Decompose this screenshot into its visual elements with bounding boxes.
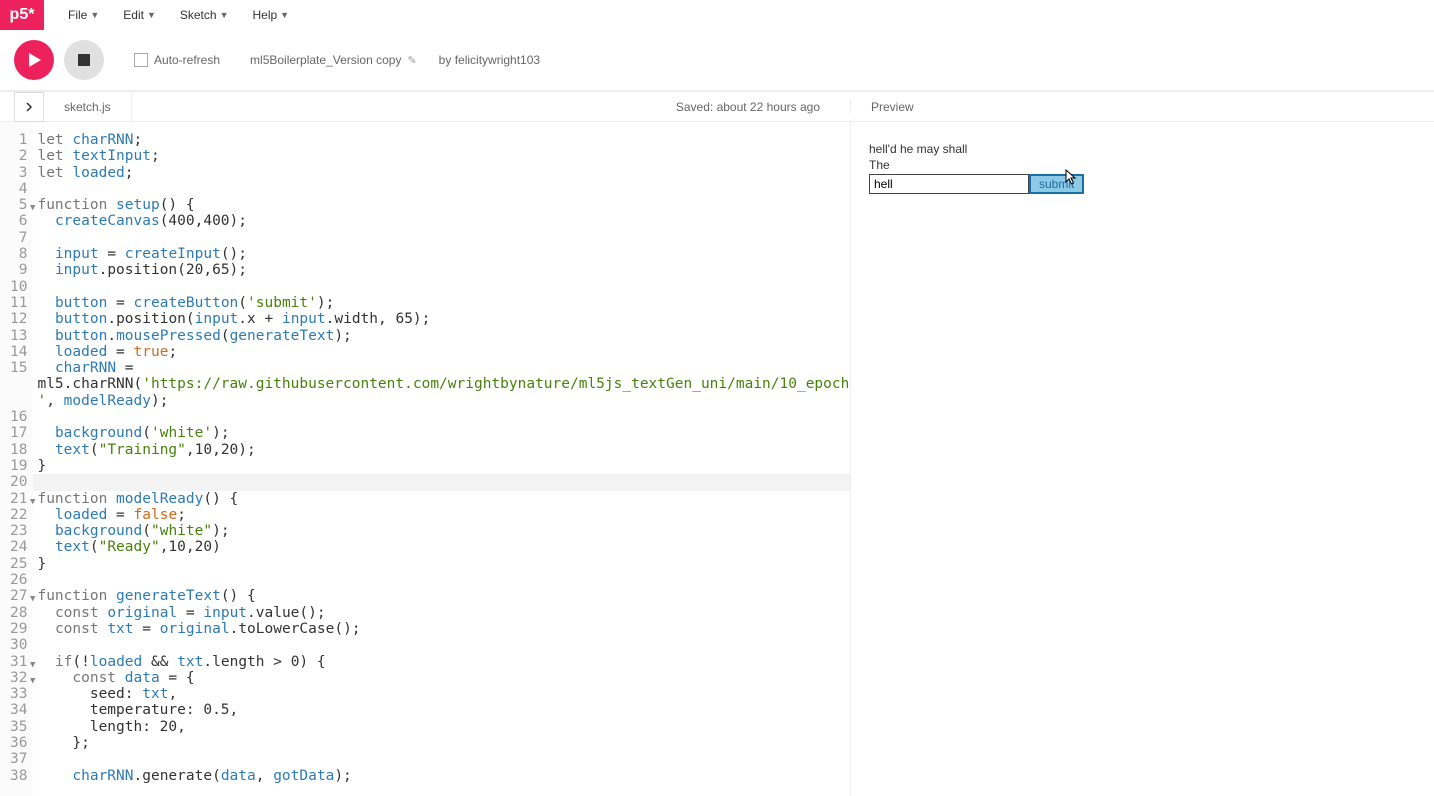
chevron-right-icon bbox=[24, 102, 34, 112]
menu-sketch[interactable]: Sketch▼ bbox=[168, 2, 241, 28]
caret-down-icon: ▼ bbox=[90, 10, 99, 20]
caret-down-icon: ▼ bbox=[220, 10, 229, 20]
saved-status: Saved: about 22 hours ago bbox=[676, 100, 850, 114]
preview-controls: submit bbox=[869, 174, 1416, 194]
filename-tab[interactable]: sketch.js bbox=[44, 92, 132, 121]
edit-name-icon[interactable]: ✎ bbox=[407, 54, 416, 67]
preview-output-line-1: hell'd he may shall bbox=[869, 142, 1416, 156]
auto-refresh-wrap: Auto-refresh bbox=[134, 53, 220, 67]
menu-help-label: Help bbox=[252, 8, 277, 22]
play-icon bbox=[26, 52, 42, 68]
stop-button[interactable] bbox=[64, 40, 104, 80]
by-label: by bbox=[439, 53, 452, 67]
caret-down-icon: ▼ bbox=[280, 10, 289, 20]
preview-text-input[interactable] bbox=[869, 174, 1029, 194]
code-content[interactable]: let charRNN;let textInput;let loaded;fun… bbox=[33, 122, 850, 796]
caret-down-icon: ▼ bbox=[147, 10, 156, 20]
play-button[interactable] bbox=[14, 40, 54, 80]
main-area: 12345▼6789101112131415161718192021▼22232… bbox=[0, 122, 1434, 796]
preview-output-line-2: The bbox=[869, 158, 1416, 172]
preview-label: Preview bbox=[850, 100, 1434, 114]
menu-edit-label: Edit bbox=[123, 8, 144, 22]
p5-logo[interactable]: p5* bbox=[0, 0, 44, 30]
menu-sketch-label: Sketch bbox=[180, 8, 217, 22]
auto-refresh-checkbox[interactable] bbox=[134, 53, 148, 67]
menu-file-label: File bbox=[68, 8, 87, 22]
menu-help[interactable]: Help▼ bbox=[240, 2, 301, 28]
menu-bar: File▼ Edit▼ Sketch▼ Help▼ bbox=[56, 2, 301, 28]
code-editor[interactable]: 12345▼6789101112131415161718192021▼22232… bbox=[0, 122, 850, 796]
sketch-name-wrap: ml5Boilerplate_Version copy ✎ bbox=[250, 53, 417, 67]
stop-icon bbox=[78, 54, 90, 66]
sketch-name[interactable]: ml5Boilerplate_Version copy bbox=[250, 53, 401, 67]
sidebar-toggle[interactable] bbox=[14, 92, 44, 122]
auto-refresh-label: Auto-refresh bbox=[154, 53, 220, 67]
top-menu-bar: p5* File▼ Edit▼ Sketch▼ Help▼ bbox=[0, 0, 1434, 30]
line-gutter: 12345▼6789101112131415161718192021▼22232… bbox=[0, 122, 33, 796]
toolbar: Auto-refresh ml5Boilerplate_Version copy… bbox=[0, 30, 1434, 92]
author-link[interactable]: felicitywright103 bbox=[455, 53, 540, 67]
preview-pane: hell'd he may shall The submit bbox=[850, 122, 1434, 796]
author-wrap: by felicitywright103 bbox=[439, 53, 540, 67]
menu-edit[interactable]: Edit▼ bbox=[111, 2, 168, 28]
preview-submit-button[interactable]: submit bbox=[1029, 174, 1084, 194]
subheader: sketch.js Saved: about 22 hours ago Prev… bbox=[0, 92, 1434, 122]
menu-file[interactable]: File▼ bbox=[56, 2, 111, 28]
